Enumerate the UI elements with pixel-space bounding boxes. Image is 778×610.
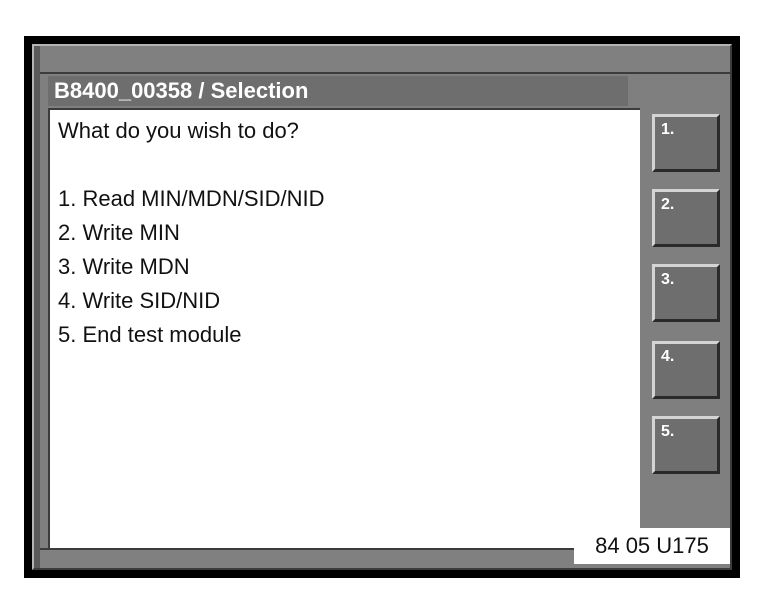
tester-screen: B8400_00358 / Selection What do you wish… [24, 36, 740, 578]
option-write-min: 2. Write MIN [58, 220, 180, 245]
soft-key-3[interactable]: 3. [652, 264, 720, 322]
selection-prompt: What do you wish to do? [58, 118, 299, 143]
soft-key-2[interactable]: 2. [652, 189, 720, 247]
top-strip [40, 46, 730, 74]
option-end-test-module: 5. End test module [58, 322, 242, 347]
left-edge-bar [34, 46, 40, 568]
option-write-sid-nid: 4. Write SID/NID [58, 288, 221, 313]
soft-key-5[interactable]: 5. [652, 416, 720, 474]
option-write-mdn: 3. Write MDN [58, 254, 190, 279]
figure-reference-label: 84 05 U175 [574, 528, 730, 564]
soft-key-1[interactable]: 1. [652, 114, 720, 172]
soft-key-4[interactable]: 4. [652, 341, 720, 399]
option-read-min-mdn-sid-nid: 1. Read MIN/MDN/SID/NID [58, 186, 325, 211]
content-area: What do you wish to do? 1. Read MIN/MDN/… [48, 108, 640, 550]
outer-panel: B8400_00358 / Selection What do you wish… [32, 44, 732, 570]
window-title: B8400_00358 / Selection [48, 76, 628, 106]
option-list: 1. Read MIN/MDN/SID/NID 2. Write MIN 3. … [58, 182, 632, 352]
